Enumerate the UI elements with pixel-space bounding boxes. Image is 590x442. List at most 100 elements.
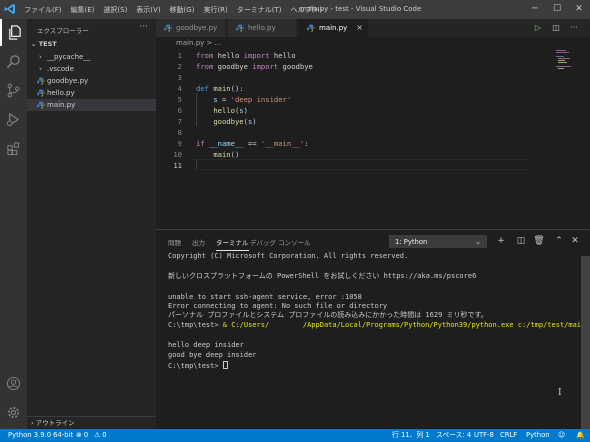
outline-section[interactable]: › アウトライン — [27, 416, 156, 429]
menu-file[interactable]: ファイル(F) — [24, 5, 62, 15]
menu-edit[interactable]: 編集(E) — [71, 5, 95, 15]
code-token: == — [243, 139, 261, 148]
panel-tab-debug-console[interactable]: デバッグ コンソール — [250, 237, 311, 247]
chevron-right-icon: › — [39, 65, 42, 73]
maximize-button[interactable]: ☐ — [546, 0, 568, 19]
python-file-icon — [37, 89, 45, 97]
code-token: '__main__' — [260, 139, 305, 148]
extensions-icon[interactable] — [0, 135, 27, 162]
title-bar: ファイル(F) 編集(E) 選択(S) 表示(V) 移動(G) 実行(R) ター… — [0, 0, 590, 19]
source-control-icon[interactable] — [0, 77, 27, 104]
tree-file-main[interactable]: main.py — [27, 99, 156, 111]
minimap[interactable] — [556, 49, 580, 79]
activity-bar — [0, 19, 27, 429]
terminal-cursor — [222, 361, 228, 369]
tree-folder-vscode[interactable]: › .vscode — [27, 63, 156, 75]
line-number: 1 — [177, 51, 182, 60]
code-token: goodbye — [278, 62, 313, 71]
split-terminal-icon[interactable]: ◫ — [514, 234, 528, 248]
close-tab-icon[interactable]: × — [356, 19, 363, 37]
tree-folder-pycache[interactable]: › __pycache__ — [27, 51, 156, 63]
panel-tab-terminal[interactable]: ターミナル — [216, 237, 249, 251]
account-icon[interactable] — [0, 370, 27, 397]
run-debug-icon[interactable] — [0, 106, 27, 133]
terminal-line: Error connecting to agent: No such file … — [168, 302, 388, 310]
kill-terminal-icon[interactable]: 🗑 — [532, 234, 546, 248]
menu-run[interactable]: 実行(R) — [203, 5, 227, 15]
window-title: main.py - test - Visual Studio Code — [300, 5, 422, 13]
close-panel-icon[interactable]: ✕ — [568, 234, 582, 248]
code-token: 'deep insider' — [230, 95, 292, 104]
more-actions-icon[interactable]: ··· — [566, 19, 582, 37]
current-line-highlight — [191, 159, 531, 170]
code-token: = — [217, 95, 231, 104]
terminal-prompt: C:\tmp\test> — [168, 321, 223, 329]
code-token: : — [304, 139, 309, 148]
search-icon[interactable] — [0, 48, 27, 75]
terminal-scrollbar[interactable] — [581, 256, 590, 429]
settings-gear-icon[interactable] — [0, 399, 27, 426]
line-number: 9 — [177, 139, 182, 148]
code-text: goodbye(s) — [196, 116, 256, 127]
menu-go[interactable]: 移動(G) — [170, 5, 195, 15]
notifications-bell-icon[interactable]: 🔔 — [576, 429, 584, 442]
terminal-line: unable to start ssh-agent service, error… — [168, 293, 362, 301]
line-number: 10 — [173, 150, 182, 159]
code-token: from — [196, 51, 214, 60]
panel-tab-problems[interactable]: 問題 — [168, 237, 181, 247]
vscode-logo-icon — [4, 3, 16, 15]
problems-errors[interactable]: ⊗ 0 — [76, 429, 88, 442]
terminal-select[interactable]: 1: Python ⌄ — [389, 235, 487, 248]
explorer-icon[interactable] — [0, 19, 27, 46]
workspace-folder[interactable]: ⌄ TEST — [31, 40, 57, 48]
new-terminal-icon[interactable]: + — [494, 234, 508, 248]
line-number: 11 — [173, 161, 182, 170]
panel-tab-output[interactable]: 出力 — [192, 237, 205, 247]
outline-label: アウトライン — [35, 419, 75, 427]
minimize-button[interactable]: ─ — [524, 0, 546, 19]
run-python-file-icon[interactable]: ▷ — [530, 19, 546, 37]
code-editor[interactable]: 1 from hello import hello 2 from goodbye im… — [156, 49, 590, 229]
code-token: from — [196, 62, 214, 71]
explorer-sidebar: エクスプローラー ··· ⌄ TEST › __pycache__ › .vsc… — [27, 19, 156, 429]
tab-goodbye[interactable]: goodbye.py — [156, 19, 226, 37]
tab-hello[interactable]: hello.py — [228, 19, 297, 37]
python-file-icon — [307, 24, 315, 32]
tab-main[interactable]: main.py × — [299, 19, 369, 37]
python-interpreter[interactable]: Python 3.9.0 64-bit — [8, 429, 73, 442]
terminal-prompt-line[interactable]: C:\tmp\test> — [168, 361, 228, 371]
code-token: hello — [213, 51, 244, 60]
code-text: from goodbye import goodbye — [196, 61, 313, 72]
language-mode[interactable]: Python — [526, 429, 550, 442]
mouse-ibeam-cursor-icon: I — [558, 388, 562, 398]
code-token: () — [230, 150, 240, 159]
tree-file-hello[interactable]: hello.py — [27, 87, 156, 99]
code-text: s = 'deep insider' — [196, 94, 291, 105]
menu-selection[interactable]: 選択(S) — [103, 5, 127, 15]
problems-warnings[interactable]: ⚠ 0 — [94, 429, 107, 442]
code-token: __name__ — [208, 139, 244, 148]
encoding[interactable]: UTF-8 — [474, 429, 494, 442]
cursor-position[interactable]: 行 11、列 1 — [392, 429, 430, 442]
terminal-line: 新しいクロスプラットフォームの PowerShell をお試しください http… — [168, 272, 477, 280]
code-token: goodbye — [213, 117, 244, 126]
python-file-icon — [236, 24, 244, 32]
close-window-button[interactable]: ✕ — [568, 0, 590, 19]
indentation[interactable]: スペース: 4 — [436, 429, 471, 442]
tree-file-goodbye[interactable]: goodbye.py — [27, 75, 156, 87]
breadcrumb[interactable]: main.py > ... — [176, 38, 221, 49]
menu-view[interactable]: 表示(V) — [136, 5, 160, 15]
line-ending[interactable]: CRLF — [500, 429, 517, 442]
menu-terminal[interactable]: ターミナル(T) — [237, 5, 282, 15]
feedback-icon[interactable]: ☺ — [558, 429, 565, 442]
code-token: main — [213, 150, 231, 159]
split-editor-icon[interactable]: ◫ — [548, 19, 564, 37]
code-text: from hello import hello — [196, 50, 296, 61]
chevron-down-icon: ⌄ — [475, 238, 481, 246]
tree-item-label: .vscode — [47, 65, 74, 73]
more-actions-button[interactable]: ··· — [139, 22, 148, 32]
python-file-icon — [164, 24, 172, 32]
maximize-panel-icon[interactable]: ⌃ — [552, 234, 566, 248]
